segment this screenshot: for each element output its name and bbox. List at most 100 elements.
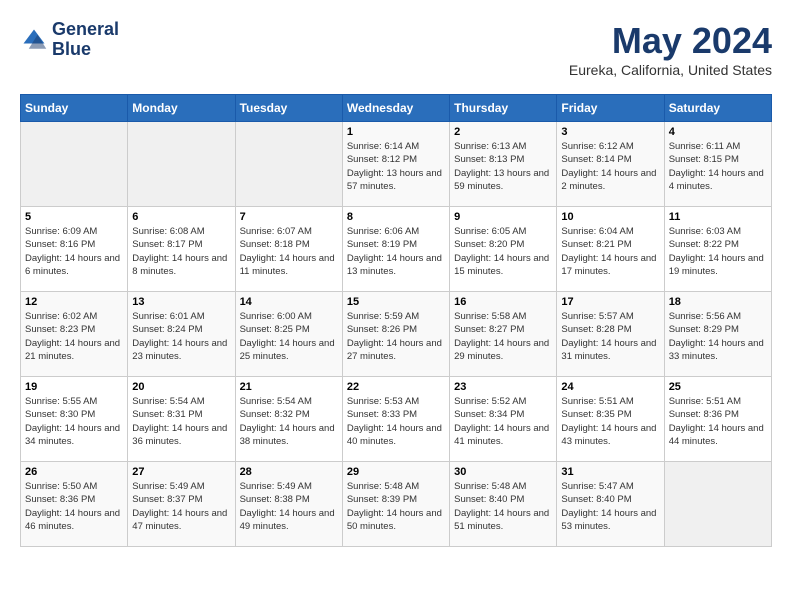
day-info: Sunrise: 6:05 AMSunset: 8:20 PMDaylight:… bbox=[454, 225, 552, 278]
calendar-table: SundayMondayTuesdayWednesdayThursdayFrid… bbox=[20, 94, 772, 547]
day-info: Sunrise: 5:49 AMSunset: 8:38 PMDaylight:… bbox=[240, 480, 338, 533]
day-info: Sunrise: 6:04 AMSunset: 8:21 PMDaylight:… bbox=[561, 225, 659, 278]
calendar-day: 21 Sunrise: 5:54 AMSunset: 8:32 PMDayligh… bbox=[235, 377, 342, 462]
calendar-day: 3 Sunrise: 6:12 AMSunset: 8:14 PMDaylight… bbox=[557, 122, 664, 207]
calendar-day: 14 Sunrise: 6:00 AMSunset: 8:25 PMDayligh… bbox=[235, 292, 342, 377]
calendar-day bbox=[128, 122, 235, 207]
logo-icon bbox=[20, 26, 48, 54]
day-number: 6 bbox=[132, 211, 230, 223]
location: Eureka, California, United States bbox=[569, 62, 772, 78]
calendar-day: 25 Sunrise: 5:51 AMSunset: 8:36 PMDayligh… bbox=[664, 377, 771, 462]
day-number: 24 bbox=[561, 381, 659, 393]
day-number: 16 bbox=[454, 296, 552, 308]
day-number: 18 bbox=[669, 296, 767, 308]
day-info: Sunrise: 5:51 AMSunset: 8:36 PMDaylight:… bbox=[669, 395, 767, 448]
calendar-day: 15 Sunrise: 5:59 AMSunset: 8:26 PMDayligh… bbox=[342, 292, 449, 377]
calendar-week-5: 26Sunrise: 5:50 AMSunset: 8:36 PMDayligh… bbox=[21, 462, 772, 547]
calendar-day: 28 Sunrise: 5:49 AMSunset: 8:38 PMDayligh… bbox=[235, 462, 342, 547]
day-number: 21 bbox=[240, 381, 338, 393]
day-number: 8 bbox=[347, 211, 445, 223]
day-number: 2 bbox=[454, 126, 552, 138]
page-header: General Blue May 2024 Eureka, California… bbox=[20, 20, 772, 78]
calendar-day: 7 Sunrise: 6:07 AMSunset: 8:18 PMDaylight… bbox=[235, 207, 342, 292]
calendar-day: 4Sunrise: 6:11 AMSunset: 8:15 PMDaylight… bbox=[664, 122, 771, 207]
day-info: Sunrise: 6:02 AMSunset: 8:23 PMDaylight:… bbox=[25, 310, 123, 363]
day-number: 1 bbox=[347, 126, 445, 138]
calendar-day bbox=[664, 462, 771, 547]
day-info: Sunrise: 5:54 AMSunset: 8:32 PMDaylight:… bbox=[240, 395, 338, 448]
calendar-day: 17 Sunrise: 5:57 AMSunset: 8:28 PMDayligh… bbox=[557, 292, 664, 377]
day-number: 10 bbox=[561, 211, 659, 223]
calendar-day bbox=[21, 122, 128, 207]
calendar-day: 2Sunrise: 6:13 AMSunset: 8:13 PMDaylight… bbox=[450, 122, 557, 207]
calendar-header: SundayMondayTuesdayWednesdayThursdayFrid… bbox=[21, 95, 772, 122]
day-number: 28 bbox=[240, 466, 338, 478]
weekday-header-sunday: Sunday bbox=[21, 95, 128, 122]
calendar-day: 12 Sunrise: 6:02 AMSunset: 8:23 PMDayligh… bbox=[21, 292, 128, 377]
day-info: Sunrise: 5:54 AMSunset: 8:31 PMDaylight:… bbox=[132, 395, 230, 448]
day-number: 5 bbox=[25, 211, 123, 223]
calendar-day: 13Sunrise: 6:01 AMSunset: 8:24 PMDayligh… bbox=[128, 292, 235, 377]
logo: General Blue bbox=[20, 20, 119, 60]
day-info: Sunrise: 5:52 AMSunset: 8:34 PMDaylight:… bbox=[454, 395, 552, 448]
day-info: Sunrise: 6:09 AMSunset: 8:16 PMDaylight:… bbox=[25, 225, 123, 278]
day-info: Sunrise: 6:12 AMSunset: 8:14 PMDaylight:… bbox=[561, 140, 659, 193]
day-number: 12 bbox=[25, 296, 123, 308]
day-number: 30 bbox=[454, 466, 552, 478]
logo-text: General Blue bbox=[52, 20, 119, 60]
calendar-day: 10 Sunrise: 6:04 AMSunset: 8:21 PMDayligh… bbox=[557, 207, 664, 292]
day-number: 25 bbox=[669, 381, 767, 393]
calendar-day bbox=[235, 122, 342, 207]
calendar-day: 27 Sunrise: 5:49 AMSunset: 8:37 PMDayligh… bbox=[128, 462, 235, 547]
calendar-week-2: 5 Sunrise: 6:09 AMSunset: 8:16 PMDaylight… bbox=[21, 207, 772, 292]
calendar-day: 5 Sunrise: 6:09 AMSunset: 8:16 PMDaylight… bbox=[21, 207, 128, 292]
day-number: 31 bbox=[561, 466, 659, 478]
day-info: Sunrise: 5:58 AMSunset: 8:27 PMDaylight:… bbox=[454, 310, 552, 363]
day-info: Sunrise: 5:47 AMSunset: 8:40 PMDaylight:… bbox=[561, 480, 659, 533]
day-number: 19 bbox=[25, 381, 123, 393]
calendar-week-3: 12 Sunrise: 6:02 AMSunset: 8:23 PMDayligh… bbox=[21, 292, 772, 377]
weekday-header-thursday: Thursday bbox=[450, 95, 557, 122]
calendar-day: 23 Sunrise: 5:52 AMSunset: 8:34 PMDayligh… bbox=[450, 377, 557, 462]
day-info: Sunrise: 6:03 AMSunset: 8:22 PMDaylight:… bbox=[669, 225, 767, 278]
calendar-day: 16 Sunrise: 5:58 AMSunset: 8:27 PMDayligh… bbox=[450, 292, 557, 377]
day-info: Sunrise: 5:57 AMSunset: 8:28 PMDaylight:… bbox=[561, 310, 659, 363]
calendar-day: 20 Sunrise: 5:54 AMSunset: 8:31 PMDayligh… bbox=[128, 377, 235, 462]
weekday-header-monday: Monday bbox=[128, 95, 235, 122]
day-info: Sunrise: 6:11 AMSunset: 8:15 PMDaylight:… bbox=[669, 140, 767, 193]
day-number: 23 bbox=[454, 381, 552, 393]
day-number: 13 bbox=[132, 296, 230, 308]
calendar-day: 22 Sunrise: 5:53 AMSunset: 8:33 PMDayligh… bbox=[342, 377, 449, 462]
calendar-day: 1Sunrise: 6:14 AMSunset: 8:12 PMDaylight… bbox=[342, 122, 449, 207]
day-number: 14 bbox=[240, 296, 338, 308]
day-info: Sunrise: 5:49 AMSunset: 8:37 PMDaylight:… bbox=[132, 480, 230, 533]
calendar-day: 11 Sunrise: 6:03 AMSunset: 8:22 PMDayligh… bbox=[664, 207, 771, 292]
day-info: Sunrise: 6:07 AMSunset: 8:18 PMDaylight:… bbox=[240, 225, 338, 278]
day-number: 20 bbox=[132, 381, 230, 393]
calendar-body: 1Sunrise: 6:14 AMSunset: 8:12 PMDaylight… bbox=[21, 122, 772, 547]
calendar-day: 30 Sunrise: 5:48 AMSunset: 8:40 PMDayligh… bbox=[450, 462, 557, 547]
day-number: 11 bbox=[669, 211, 767, 223]
day-number: 29 bbox=[347, 466, 445, 478]
day-info: Sunrise: 5:50 AMSunset: 8:36 PMDaylight:… bbox=[25, 480, 123, 533]
day-number: 27 bbox=[132, 466, 230, 478]
calendar-day: 8 Sunrise: 6:06 AMSunset: 8:19 PMDaylight… bbox=[342, 207, 449, 292]
month-title: May 2024 bbox=[569, 20, 772, 62]
calendar-day: 18Sunrise: 5:56 AMSunset: 8:29 PMDayligh… bbox=[664, 292, 771, 377]
day-info: Sunrise: 5:48 AMSunset: 8:40 PMDaylight:… bbox=[454, 480, 552, 533]
day-number: 17 bbox=[561, 296, 659, 308]
calendar-week-4: 19Sunrise: 5:55 AMSunset: 8:30 PMDayligh… bbox=[21, 377, 772, 462]
weekday-header-saturday: Saturday bbox=[664, 95, 771, 122]
day-info: Sunrise: 5:59 AMSunset: 8:26 PMDaylight:… bbox=[347, 310, 445, 363]
day-number: 22 bbox=[347, 381, 445, 393]
calendar-day: 6Sunrise: 6:08 AMSunset: 8:17 PMDaylight… bbox=[128, 207, 235, 292]
calendar-day: 29 Sunrise: 5:48 AMSunset: 8:39 PMDayligh… bbox=[342, 462, 449, 547]
day-number: 15 bbox=[347, 296, 445, 308]
day-info: Sunrise: 5:48 AMSunset: 8:39 PMDaylight:… bbox=[347, 480, 445, 533]
day-info: Sunrise: 6:00 AMSunset: 8:25 PMDaylight:… bbox=[240, 310, 338, 363]
day-number: 3 bbox=[561, 126, 659, 138]
day-number: 7 bbox=[240, 211, 338, 223]
day-info: Sunrise: 6:06 AMSunset: 8:19 PMDaylight:… bbox=[347, 225, 445, 278]
day-info: Sunrise: 5:53 AMSunset: 8:33 PMDaylight:… bbox=[347, 395, 445, 448]
weekday-header-tuesday: Tuesday bbox=[235, 95, 342, 122]
